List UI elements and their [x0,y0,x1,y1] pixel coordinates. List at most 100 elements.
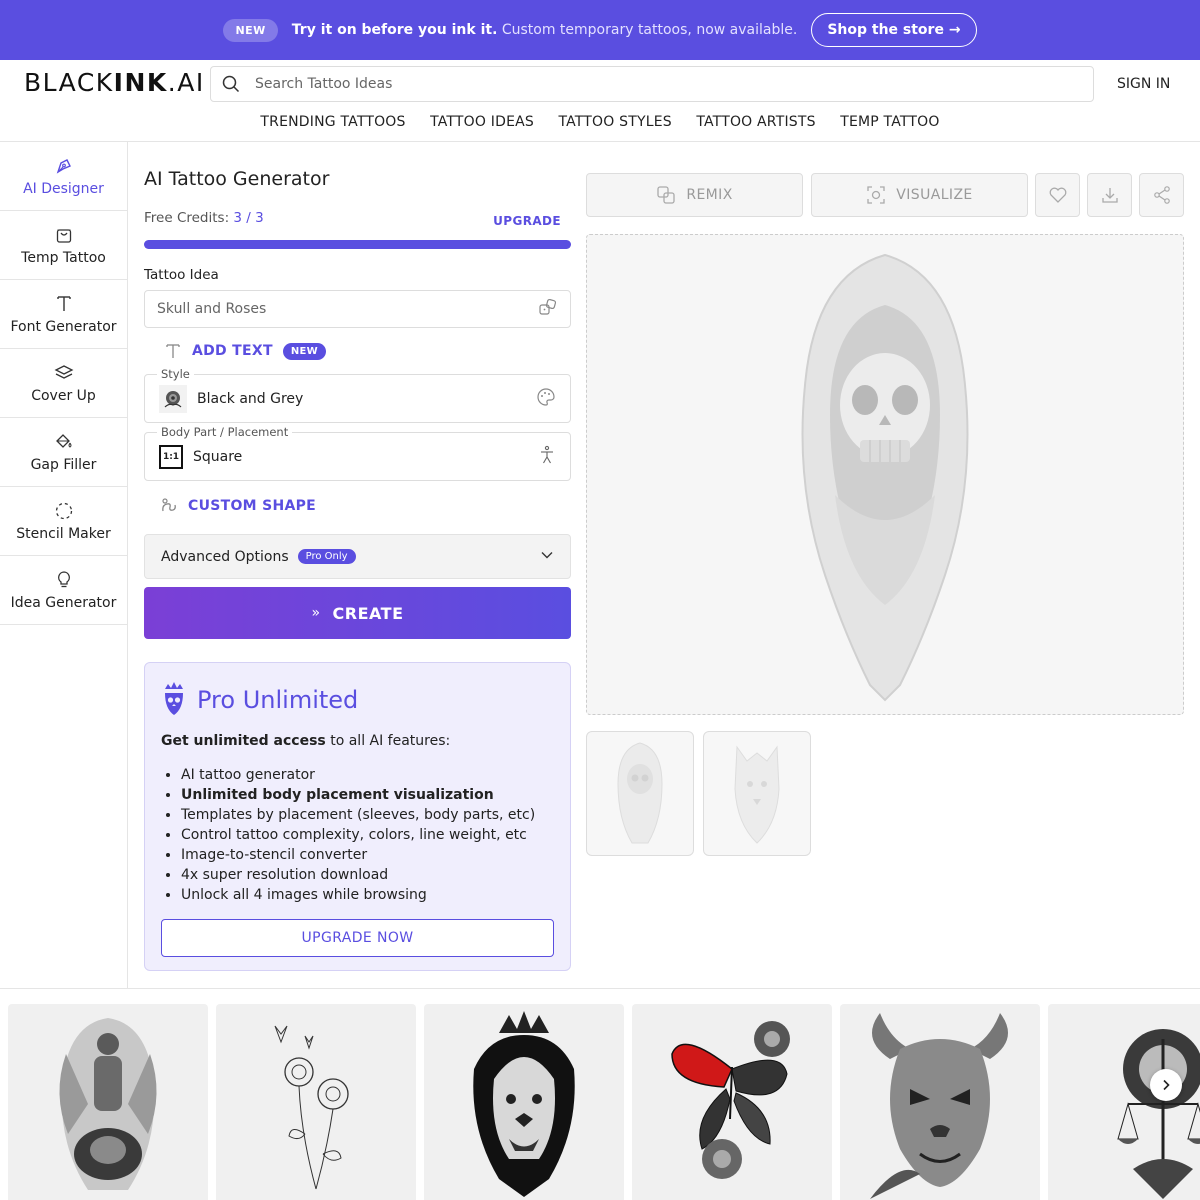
gallery-roses-butterflies[interactable] [216,1004,416,1200]
pen-nib-icon [54,155,74,177]
sidebar-item-idea-generator[interactable]: Idea Generator [0,556,127,625]
remix-button[interactable]: REMIX [586,173,803,217]
gallery-crowned-lion[interactable] [424,1004,624,1200]
square-ratio-icon: 1:1 [159,444,183,469]
tool-sidebar: AI Designer Temp Tattoo Font Generator C… [0,142,128,988]
sidebar-item-ai-designer[interactable]: AI Designer [0,142,127,211]
nav-tattoo-ideas[interactable]: TATTOO IDEAS [430,114,534,130]
remix-icon [656,185,676,205]
add-text-button[interactable]: ADD TEXT NEW [164,342,571,360]
page-title: AI Tattoo Generator [144,168,330,190]
list-item: Unlock all 4 images while browsing [181,885,554,905]
sidebar-item-label: Cover Up [31,388,96,404]
logo[interactable]: BLACKINK.AI [24,68,205,97]
type-icon [164,342,182,360]
heart-icon [1048,185,1068,205]
placement-legend: Body Part / Placement [157,425,293,439]
gallery-justice-scales[interactable] [1048,1004,1200,1200]
sidebar-item-label: Gap Filler [30,457,97,473]
tattoo-gallery [0,988,1200,1200]
credits-value: 3 / 3 [233,210,264,226]
preview-toolbar: REMIX VISUALIZE [586,173,1184,217]
promo-subtext: Custom temporary tattoos, now available. [501,22,798,38]
share-button[interactable] [1139,173,1184,217]
sign-in-link[interactable]: SIGN IN [1117,76,1170,92]
credits-label: Free Credits: [144,210,230,226]
pro-card-intro-rest: to all AI features: [325,733,451,749]
sidebar-item-temp-tattoo[interactable]: Temp Tattoo [0,211,127,280]
rose-thumbnail-icon [159,384,187,413]
site-header: BLACKINK.AI Search Tattoo Ideas SIGN IN … [0,60,1200,142]
list-item: 4x super resolution download [181,865,554,885]
list-item: Unlimited body placement visualization [181,785,554,805]
custom-shape-button[interactable]: CUSTOM SHAPE [160,497,571,515]
nav-trending-tattoos[interactable]: TRENDING TATTOOS [260,114,405,130]
sidebar-item-label: Stencil Maker [16,526,111,542]
credits-progress-bar [144,240,571,249]
shape-icon [160,497,178,515]
dice-icon[interactable] [538,297,558,321]
chevron-down-icon [540,547,554,566]
paint-bucket-icon [54,431,74,453]
tattoo-preview[interactable] [586,234,1184,715]
list-item: Templates by placement (sleeves, body pa… [181,805,554,825]
promo-message: Try it on before you ink it. Custom temp… [292,22,798,38]
nav-tattoo-artists[interactable]: TATTOO ARTISTS [696,114,815,130]
thumbnail-skull[interactable] [586,731,694,856]
palette-icon [536,387,556,411]
download-button[interactable] [1087,173,1132,217]
favorite-button[interactable] [1035,173,1080,217]
visualize-button[interactable]: VISUALIZE [811,173,1028,217]
sidebar-item-stencil-maker[interactable]: Stencil Maker [0,487,127,556]
tattoo-idea-label: Tattoo Idea [144,267,219,283]
create-label: CREATE [332,603,404,623]
double-chevron-icon: » [311,605,321,621]
add-text-label: ADD TEXT [192,343,273,359]
style-value: Black and Grey [197,390,304,407]
download-icon [1100,185,1120,205]
visualize-label: VISUALIZE [896,187,973,203]
pro-card-intro-bold: Get unlimited access [161,733,326,749]
sidebar-item-cover-up[interactable]: Cover Up [0,349,127,418]
sidebar-item-label: AI Designer [23,181,104,197]
sidebar-item-gap-filler[interactable]: Gap Filler [0,418,127,487]
shop-store-button[interactable]: Shop the store → [811,13,977,47]
sidebar-item-label: Font Generator [10,319,117,335]
pro-card-header: Pro Unlimited [161,681,554,719]
advanced-options-label: Advanced Options [161,548,289,565]
main-nav: TRENDING TATTOOS TATTOO IDEAS TATTOO STY… [0,114,1200,130]
sidebar-item-label: Temp Tattoo [21,250,106,266]
gallery-next-button[interactable] [1150,1069,1182,1101]
list-item: AI tattoo generator [181,765,554,785]
gallery-horned-demon[interactable] [840,1004,1040,1200]
upgrade-link[interactable]: UPGRADE [493,214,561,228]
promo-banner: NEW Try it on before you ink it. Custom … [0,0,1200,60]
nav-temp-tattoo[interactable]: TEMP TATTOO [840,114,939,130]
share-icon [1152,185,1172,205]
new-badge: NEW [223,18,278,42]
advanced-options-toggle[interactable]: Advanced Options Pro Only [144,534,571,579]
chevron-right-icon [1160,1079,1172,1091]
tattoo-idea-placeholder: Skull and Roses [157,301,267,317]
custom-shape-label: CUSTOM SHAPE [188,498,317,514]
style-select[interactable]: Style Black and Grey [144,367,571,423]
sidebar-item-font-generator[interactable]: Font Generator [0,280,127,349]
list-item: Image-to-stencil converter [181,845,554,865]
thumbnail-wolf[interactable] [703,731,811,856]
create-button[interactable]: » CREATE [144,587,571,639]
upgrade-now-button[interactable]: UPGRADE NOW [161,919,554,957]
search-bar[interactable]: Search Tattoo Ideas [210,66,1094,102]
tattoo-idea-input[interactable]: Skull and Roses [144,290,571,328]
shopping-bag-icon [54,224,74,246]
gallery-angel-lion[interactable] [8,1004,208,1200]
nav-tattoo-styles[interactable]: TATTOO STYLES [558,114,671,130]
gallery-butterfly-flowers[interactable] [632,1004,832,1200]
crown-skull-icon [161,681,187,719]
search-input[interactable]: Search Tattoo Ideas [255,76,392,92]
credits-row: Free Credits: 3 / 3 UPGRADE [144,210,571,230]
layers-icon [54,362,74,384]
new-badge: NEW [282,342,326,360]
placement-value: Square [193,448,243,465]
dashed-circle-icon [54,500,74,522]
placement-select[interactable]: Body Part / Placement 1:1 Square [144,425,571,481]
